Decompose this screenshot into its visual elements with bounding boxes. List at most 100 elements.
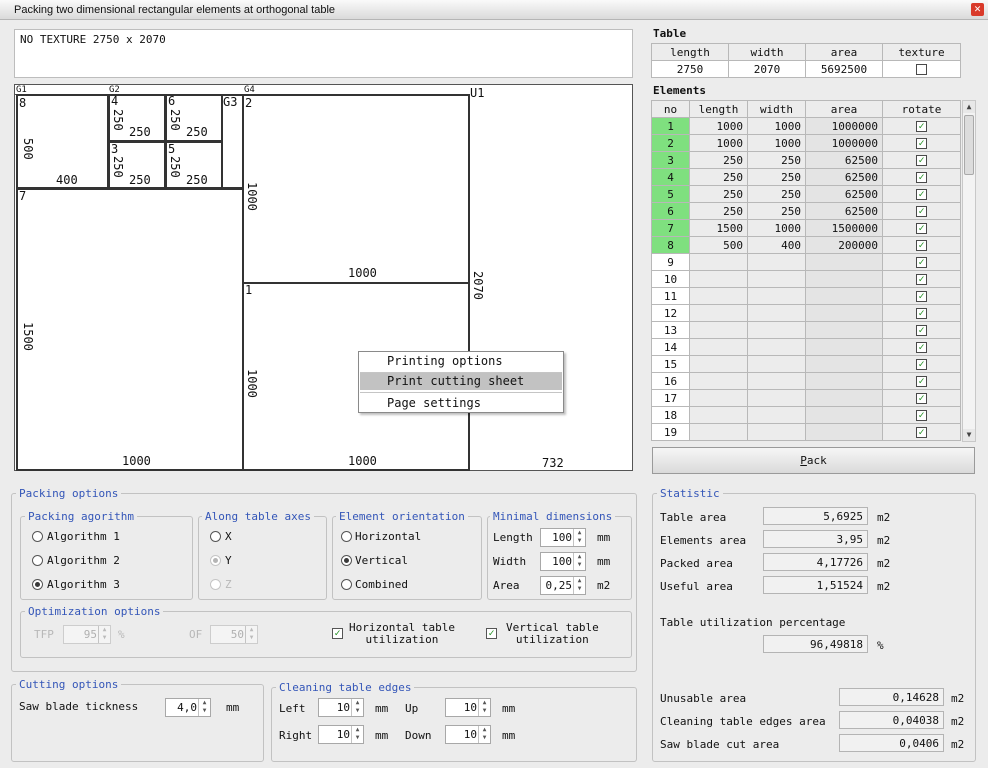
- element-width-cell[interactable]: [747, 389, 806, 407]
- spinner-arrows-icon[interactable]: ▲ ▼: [573, 529, 585, 546]
- rotate-checkbox[interactable]: ✓: [916, 138, 927, 149]
- element-length-cell[interactable]: 250: [689, 168, 748, 186]
- element-rotate-cell[interactable]: ✓: [882, 253, 961, 271]
- element-rotate-cell[interactable]: ✓: [882, 151, 961, 169]
- rotate-checkbox[interactable]: ✓: [916, 342, 927, 353]
- element-row[interactable]: 5 250 250 62500 ✓: [651, 185, 961, 203]
- element-width-cell[interactable]: [747, 372, 806, 390]
- rotate-checkbox[interactable]: ✓: [916, 393, 927, 404]
- element-rotate-cell[interactable]: ✓: [882, 406, 961, 424]
- texture-checkbox[interactable]: [916, 64, 927, 75]
- orientation-vertical-radio[interactable]: [341, 555, 352, 566]
- min-length-spinner[interactable]: 100 ▲ ▼: [540, 528, 586, 547]
- element-rotate-cell[interactable]: ✓: [882, 117, 961, 135]
- element-length-cell[interactable]: [689, 287, 748, 305]
- element-length-cell[interactable]: [689, 304, 748, 322]
- element-rotate-cell[interactable]: ✓: [882, 134, 961, 152]
- rotate-checkbox[interactable]: ✓: [916, 257, 927, 268]
- element-rotate-cell[interactable]: ✓: [882, 338, 961, 356]
- spinner-arrows-icon[interactable]: ▲ ▼: [573, 577, 585, 594]
- element-length-cell[interactable]: [689, 338, 748, 356]
- rotate-checkbox[interactable]: ✓: [916, 274, 927, 285]
- element-row[interactable]: 9 ✓: [651, 253, 961, 271]
- menu-item-print-cutting-sheet[interactable]: Print cutting sheet: [360, 373, 562, 390]
- rotate-checkbox[interactable]: ✓: [916, 291, 927, 302]
- rotate-checkbox[interactable]: ✓: [916, 223, 927, 234]
- rotate-checkbox[interactable]: ✓: [916, 206, 927, 217]
- min-width-spinner[interactable]: 100 ▲ ▼: [540, 552, 586, 571]
- algorithm-3-radio[interactable]: [32, 579, 43, 590]
- clean-down-spinner[interactable]: 10 ▲ ▼: [445, 725, 491, 744]
- element-row[interactable]: 1 1000 1000 1000000 ✓: [651, 117, 961, 135]
- rotate-checkbox[interactable]: ✓: [916, 121, 927, 132]
- element-length-cell[interactable]: [689, 253, 748, 271]
- element-length-cell[interactable]: 250: [689, 151, 748, 169]
- element-width-cell[interactable]: 1000: [747, 117, 806, 135]
- elements-scrollbar[interactable]: ▲ ▼: [962, 100, 976, 442]
- element-width-cell[interactable]: [747, 423, 806, 441]
- spinner-arrows-icon[interactable]: ▲ ▼: [573, 553, 585, 570]
- element-width-cell[interactable]: [747, 406, 806, 424]
- spinner-arrows-icon[interactable]: ▲ ▼: [478, 699, 490, 716]
- element-row[interactable]: 15 ✓: [651, 355, 961, 373]
- element-width-cell[interactable]: [747, 355, 806, 373]
- element-rotate-cell[interactable]: ✓: [882, 236, 961, 254]
- element-width-cell[interactable]: [747, 270, 806, 288]
- element-length-cell[interactable]: 1000: [689, 117, 748, 135]
- element-rotate-cell[interactable]: ✓: [882, 389, 961, 407]
- element-row[interactable]: 7 1500 1000 1500000 ✓: [651, 219, 961, 237]
- element-length-cell[interactable]: 1500: [689, 219, 748, 237]
- axis-x-radio[interactable]: [210, 531, 221, 542]
- element-rotate-cell[interactable]: ✓: [882, 287, 961, 305]
- rotate-checkbox[interactable]: ✓: [916, 189, 927, 200]
- orientation-combined-radio[interactable]: [341, 579, 352, 590]
- element-width-cell[interactable]: 1000: [747, 219, 806, 237]
- element-rotate-cell[interactable]: ✓: [882, 423, 961, 441]
- element-width-cell[interactable]: 250: [747, 151, 806, 169]
- table-length-cell[interactable]: 2750: [651, 60, 729, 78]
- element-row[interactable]: 8 500 400 200000 ✓: [651, 236, 961, 254]
- element-rotate-cell[interactable]: ✓: [882, 372, 961, 390]
- element-row[interactable]: 14 ✓: [651, 338, 961, 356]
- element-row[interactable]: 18 ✓: [651, 406, 961, 424]
- rotate-checkbox[interactable]: ✓: [916, 359, 927, 370]
- element-length-cell[interactable]: 250: [689, 202, 748, 220]
- element-rotate-cell[interactable]: ✓: [882, 168, 961, 186]
- element-length-cell[interactable]: [689, 423, 748, 441]
- element-length-cell[interactable]: [689, 270, 748, 288]
- element-length-cell[interactable]: 1000: [689, 134, 748, 152]
- rotate-checkbox[interactable]: ✓: [916, 240, 927, 251]
- element-row[interactable]: 12 ✓: [651, 304, 961, 322]
- element-row[interactable]: 11 ✓: [651, 287, 961, 305]
- element-width-cell[interactable]: [747, 253, 806, 271]
- rotate-checkbox[interactable]: ✓: [916, 427, 927, 438]
- rotate-checkbox[interactable]: ✓: [916, 325, 927, 336]
- element-length-cell[interactable]: 500: [689, 236, 748, 254]
- piece-2[interactable]: [242, 94, 470, 284]
- element-rotate-cell[interactable]: ✓: [882, 304, 961, 322]
- element-width-cell[interactable]: 400: [747, 236, 806, 254]
- element-row[interactable]: 10 ✓: [651, 270, 961, 288]
- min-area-spinner[interactable]: 0,25 ▲ ▼: [540, 576, 586, 595]
- scroll-up-icon[interactable]: ▲: [963, 101, 975, 113]
- element-rotate-cell[interactable]: ✓: [882, 355, 961, 373]
- element-rotate-cell[interactable]: ✓: [882, 270, 961, 288]
- element-row[interactable]: 19 ✓: [651, 423, 961, 441]
- horizontal-utilization-checkbox[interactable]: ✓: [332, 628, 343, 639]
- spinner-arrows-icon[interactable]: ▲ ▼: [478, 726, 490, 743]
- algorithm-1-radio[interactable]: [32, 531, 43, 542]
- element-row[interactable]: 16 ✓: [651, 372, 961, 390]
- table-texture-cell[interactable]: [882, 60, 961, 78]
- element-row[interactable]: 3 250 250 62500 ✓: [651, 151, 961, 169]
- rotate-checkbox[interactable]: ✓: [916, 376, 927, 387]
- element-width-cell[interactable]: [747, 338, 806, 356]
- element-width-cell[interactable]: 250: [747, 185, 806, 203]
- element-row[interactable]: 6 250 250 62500 ✓: [651, 202, 961, 220]
- rotate-checkbox[interactable]: ✓: [916, 155, 927, 166]
- element-length-cell[interactable]: [689, 406, 748, 424]
- spinner-arrows-icon[interactable]: ▲ ▼: [198, 699, 210, 716]
- element-row[interactable]: 13 ✓: [651, 321, 961, 339]
- spinner-arrows-icon[interactable]: ▲ ▼: [351, 726, 363, 743]
- rotate-checkbox[interactable]: ✓: [916, 308, 927, 319]
- element-length-cell[interactable]: 250: [689, 185, 748, 203]
